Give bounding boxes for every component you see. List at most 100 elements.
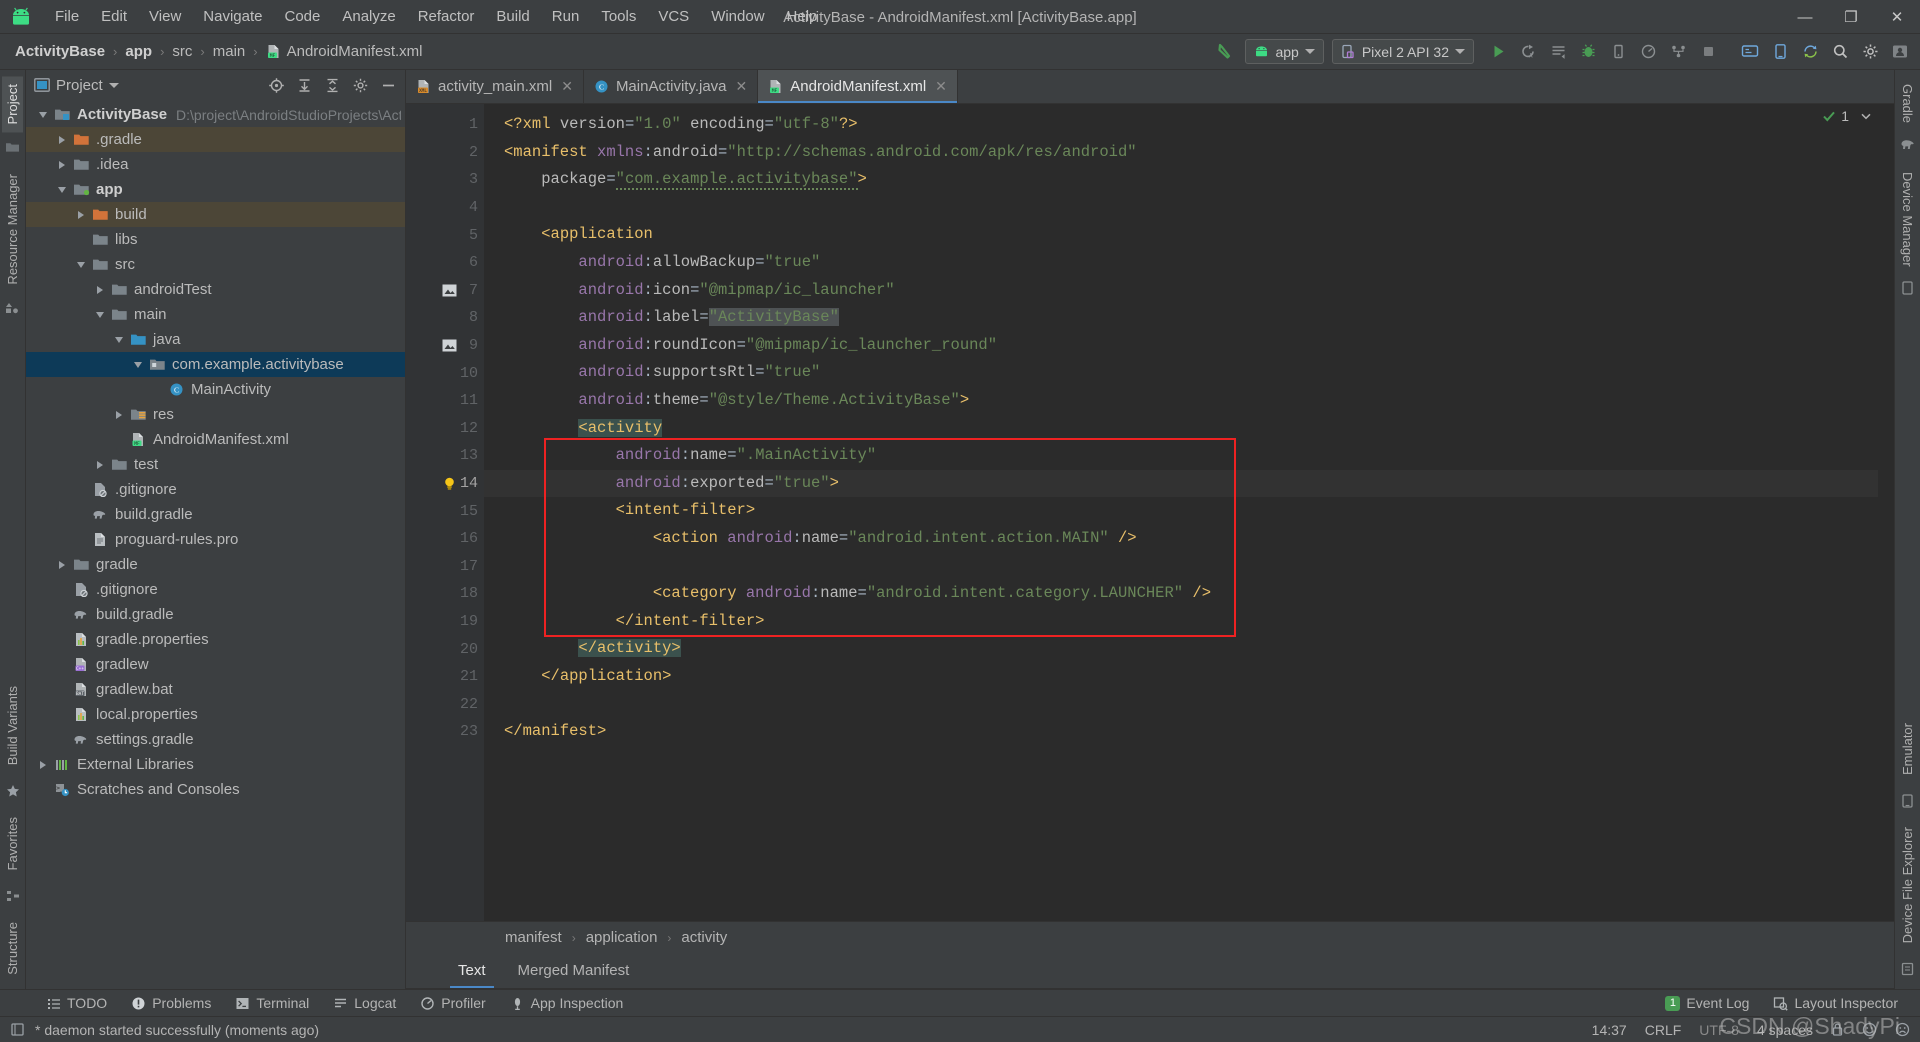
gutter-line[interactable]: 21 [406,663,492,691]
sync-gradle-icon[interactable] [1796,38,1824,66]
menu-item-code[interactable]: Code [273,5,331,28]
device-file-explorer-rail-icon[interactable] [1899,960,1917,978]
gutter-line[interactable]: 15 [406,497,495,525]
menu-item-run[interactable]: Run [541,5,591,28]
gutter-line[interactable]: 5 [406,221,495,249]
stop-button[interactable] [1694,38,1722,66]
code-line[interactable]: android:supportsRtl="true" [484,359,1878,387]
gutter-line[interactable]: 23 [406,718,492,746]
tree-item-java[interactable]: java [26,327,405,352]
chevron-right-icon[interactable] [110,410,128,419]
toolwindow-event-log[interactable]: 1 Event Log [1653,992,1761,1014]
resource-rail-icon[interactable] [4,298,22,316]
gutter-line[interactable]: 16 [406,525,484,553]
menu-item-refactor[interactable]: Refactor [407,5,486,28]
toolwindow-app-inspection[interactable]: App Inspection [498,992,636,1014]
breadcrumb-file[interactable]: MF AndroidManifest.xml [263,41,426,62]
code-line[interactable]: <application [484,221,1878,249]
menu-item-view[interactable]: View [138,5,192,28]
editor-tab-mainactivity-java[interactable]: C MainActivity.java ✕ [584,70,759,103]
breadcrumb-item-2[interactable]: src [169,41,195,62]
expand-all-icon[interactable] [293,74,315,96]
sidebar-item-favorites[interactable]: Favorites [2,809,23,878]
tree-item-scratches-and-consoles[interactable]: >_ Scratches and Consoles [26,777,405,802]
gutter-line[interactable]: 22 [406,690,484,718]
chevron-down-icon[interactable] [34,111,52,118]
gutter-line[interactable]: 3 [406,166,484,194]
chevron-right-icon[interactable] [53,160,71,169]
sidebar-item-emulator[interactable]: Emulator [1897,715,1918,783]
sidebar-item-resource-manager[interactable]: Resource Manager [2,166,23,293]
intention-bulb-icon[interactable] [440,475,458,493]
emulator-rail-icon[interactable] [1899,792,1917,810]
toolwindow-todo[interactable]: TODO [34,992,119,1014]
code-line[interactable]: </activity> [484,635,1878,663]
select-opened-file-icon[interactable] [265,74,287,96]
code-text-area[interactable]: <?xml version="1.0" encoding="utf-8"?> <m… [484,104,1878,921]
run-button[interactable] [1484,38,1512,66]
chevron-down-icon[interactable] [72,261,90,268]
gutter-line[interactable]: 17 [406,553,484,581]
code-line[interactable]: android:icon="@mipmap/ic_launcher" [484,277,1878,305]
editor-tab-androidmanifest-xml[interactable]: MF AndroidManifest.xml ✕ [758,70,958,103]
editor-mode-tab-merged-manifest[interactable]: Merged Manifest [502,953,646,988]
code-line[interactable]: android:name=".MainActivity" [484,442,1878,470]
tree-item-libs[interactable]: libs [26,227,405,252]
avd-manager-icon[interactable] [1766,38,1794,66]
status-indent[interactable]: 4 spaces [1757,1022,1813,1038]
tree-item-settings-gradle[interactable]: settings.gradle [26,727,405,752]
sidebar-item-gradle[interactable]: Gradle [1897,76,1918,131]
folder-rail-icon[interactable] [4,137,22,155]
xml-breadcrumb-application[interactable]: application [583,929,661,946]
breadcrumb-item-3[interactable]: main [210,41,249,62]
device-selector[interactable]: Pixel 2 API 32 [1331,39,1474,64]
code-line[interactable]: <action android:name="android.intent.act… [484,525,1878,553]
debug-button[interactable] [1574,38,1602,66]
sidebar-item-build-variants[interactable]: Build Variants [2,678,23,773]
project-panel-title-group[interactable]: Project [34,77,119,94]
toolwindow-profiler[interactable]: Profiler [408,992,497,1014]
tree-item-res[interactable]: res [26,402,405,427]
tree-item-build-gradle[interactable]: build.gradle [26,502,405,527]
status-feedback-happy-icon[interactable] [1862,1022,1877,1037]
menu-item-vcs[interactable]: VCS [647,5,700,28]
project-tree[interactable]: ActivityBase D:\project\AndroidStudioProj… [26,100,405,989]
tree-item-test[interactable]: test [26,452,405,477]
tree-item--gitignore[interactable]: .gitignore [26,477,405,502]
status-lock-icon[interactable] [1831,1022,1844,1037]
breadcrumb-item-1[interactable]: app [122,41,155,62]
code-line[interactable]: <?xml version="1.0" encoding="utf-8"?> [484,111,1878,139]
tree-item-gradle[interactable]: gradle [26,552,405,577]
tree-item-gradlew-bat[interactable]: BAT gradlew.bat [26,677,405,702]
chevron-down-icon[interactable] [129,361,147,368]
tree-item--gitignore[interactable]: .gitignore [26,577,405,602]
code-line[interactable]: <manifest xmlns:android="http://schemas.… [484,139,1878,167]
account-icon[interactable] [1886,38,1914,66]
xml-breadcrumb-activity[interactable]: activity [678,929,730,946]
code-line[interactable]: package="com.example.activitybase"> [484,166,1878,194]
code-line[interactable]: android:roundIcon="@mipmap/ic_launcher_r… [484,332,1878,360]
code-line[interactable]: android:theme="@style/Theme.ActivityBase… [484,387,1878,415]
tree-item-activitybase[interactable]: ActivityBase D:\project\AndroidStudioProj… [26,102,405,127]
apply-changes-icon[interactable]: A [1514,38,1542,66]
menu-item-build[interactable]: Build [485,5,540,28]
toolwindow-terminal[interactable]: Terminal [223,992,321,1014]
close-icon[interactable]: ✕ [935,78,947,95]
code-line[interactable]: <intent-filter> [484,497,1878,525]
gradle-elephant-icon[interactable] [1899,135,1917,153]
chevron-right-icon[interactable] [91,460,109,469]
sidebar-item-device-manager[interactable]: Device Manager [1897,164,1918,275]
code-line[interactable]: </intent-filter> [484,608,1878,636]
search-icon[interactable] [1826,38,1854,66]
star-icon[interactable] [4,782,22,800]
toolwindow-layout-inspector[interactable]: Layout Inspector [1761,992,1910,1014]
chevron-right-icon[interactable] [72,210,90,219]
tree-item--idea[interactable]: .idea [26,152,405,177]
build-hammer-icon[interactable] [1211,38,1239,66]
tree-item-proguard-rules-pro[interactable]: proguard-rules.pro [26,527,405,552]
gutter-line[interactable]: 18 [406,580,484,608]
attach-debugger-icon[interactable] [1604,38,1632,66]
sdk-manager-icon[interactable] [1736,38,1764,66]
tree-item-build-gradle[interactable]: build.gradle [26,602,405,627]
collapse-all-icon[interactable] [321,74,343,96]
